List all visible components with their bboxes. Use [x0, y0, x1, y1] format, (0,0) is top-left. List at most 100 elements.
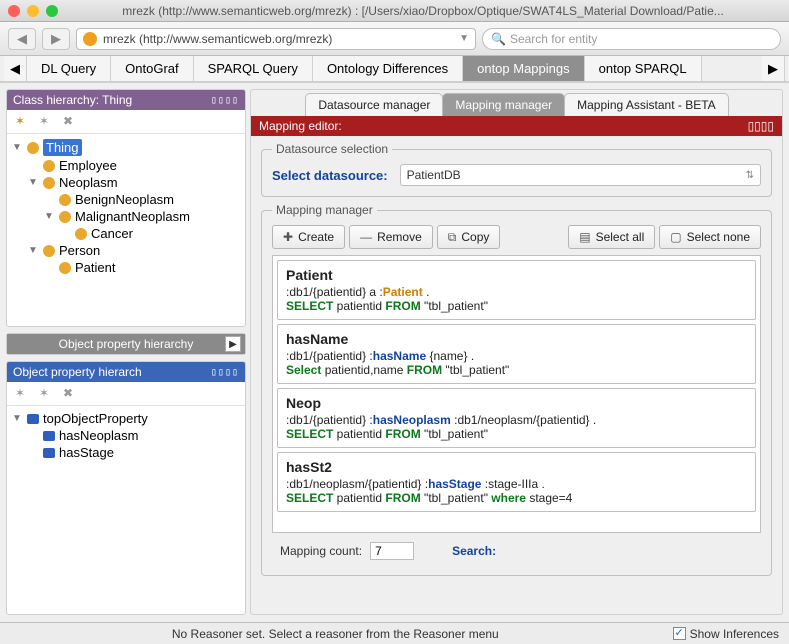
class-toolbar: ✶ ✶ ✖	[7, 110, 245, 134]
entity-search-input[interactable]: 🔍 Search for entity	[482, 28, 781, 50]
mapping-sql: SELECT patientid FROM "tbl_patient"	[286, 427, 747, 441]
expand-icon[interactable]: ▼	[11, 142, 23, 153]
mapping-list[interactable]: Patient :db1/{patientid} a :Patient . SE…	[272, 255, 761, 533]
tree-label: Neoplasm	[59, 175, 118, 190]
delete-class-button[interactable]: ✖	[59, 114, 77, 130]
tree-item[interactable]: ▼ Neoplasm	[11, 174, 241, 191]
window-titlebar: mrezk (http://www.semanticweb.org/mrezk)…	[0, 0, 789, 22]
tree-label: Patient	[75, 260, 115, 275]
tab-ontop-sparql[interactable]: ontop SPARQL	[585, 56, 702, 81]
class-tree[interactable]: ▼ThingEmployee ▼ NeoplasmBenignNeoplasm▼Ma…	[7, 134, 245, 280]
select-none-button[interactable]: ▢Select none	[659, 225, 761, 249]
object-property-tree[interactable]: ▼topObjectPropertyhasNeoplasmhasStage	[7, 406, 245, 465]
mapping-item[interactable]: Neop :db1/{patientid} :hasNeoplasm :db1/…	[277, 388, 756, 448]
delete-prop-button[interactable]: ✖	[59, 386, 77, 402]
tab-ontograf[interactable]: OntoGraf	[111, 56, 193, 81]
show-inferences-label: Show Inferences	[690, 627, 779, 641]
expand-icon[interactable]: ▼	[11, 413, 23, 424]
object-property-header: Object property hierarch ▯▯▯▯	[7, 362, 245, 382]
add-sibling-prop-button[interactable]: ✶	[35, 386, 53, 402]
zoom-icon[interactable]	[46, 5, 58, 17]
tree-item[interactable]: ▼MalignantNeoplasm	[11, 208, 241, 225]
datasource-label: Select datasource:	[272, 168, 388, 183]
subtab-datasource-manager[interactable]: Datasource manager	[305, 93, 443, 116]
class-icon	[59, 194, 71, 206]
class-icon	[27, 142, 39, 154]
select-all-icon: ▤	[579, 230, 590, 244]
mapping-item[interactable]: hasSt2 :db1/neoplasm/{patientid} :hasSta…	[277, 452, 756, 512]
mapping-target: :db1/{patientid} :hasName {name} .	[286, 349, 747, 363]
tab-sparql-query[interactable]: SPARQL Query	[194, 56, 313, 81]
tree-item[interactable]: ▼Person	[11, 242, 241, 259]
search-icon: 🔍	[491, 32, 506, 46]
mapping-count-row: Mapping count: Search:	[272, 537, 761, 565]
mapping-editor-bar: Mapping editor: ▯▯▯▯	[251, 116, 782, 136]
class-hierarchy-panel: Class hierarchy: Thing ▯▯▯▯ ✶ ✶ ✖ ▼Thing…	[6, 89, 246, 327]
mapping-target: :db1/neoplasm/{patientid} :hasStage :sta…	[286, 477, 747, 491]
ontology-iri-field[interactable]: mrezk (http://www.semanticweb.org/mrezk)…	[76, 28, 476, 50]
expand-icon[interactable]: ▼	[43, 211, 55, 222]
create-button[interactable]: ✚Create	[272, 225, 345, 249]
tree-item[interactable]: ▼topObjectProperty	[11, 410, 241, 427]
mapping-subtabs: Datasource manager Mapping manager Mappi…	[251, 90, 782, 116]
updown-icon: ⇅	[746, 170, 754, 181]
add-subclass-button[interactable]: ✶	[11, 114, 29, 130]
add-sibling-button[interactable]: ✶	[35, 114, 53, 130]
mapping-sql: SELECT patientid FROM "tbl_patient" wher…	[286, 491, 747, 505]
minimize-icon[interactable]	[27, 5, 39, 17]
forward-button[interactable]: ▶	[42, 28, 70, 50]
subtab-mapping-assistant[interactable]: Mapping Assistant - BETA	[564, 93, 729, 116]
tree-item[interactable]: hasNeoplasm	[11, 427, 241, 444]
plus-icon: ✚	[283, 230, 293, 244]
tab-dl-query[interactable]: DL Query	[27, 56, 111, 81]
mapping-manager-fieldset: Mapping manager ✚Create —Remove ⧉Copy ▤S…	[261, 203, 772, 576]
tree-item[interactable]: BenignNeoplasm	[11, 191, 241, 208]
mapping-name: hasName	[286, 331, 747, 347]
datasource-value: PatientDB	[407, 168, 461, 182]
mapping-count-value[interactable]	[370, 542, 414, 560]
panel-controls-icon[interactable]: ▯▯▯▯	[211, 95, 239, 106]
expand-icon[interactable]: ▼	[27, 177, 39, 188]
copy-button[interactable]: ⧉Copy	[437, 225, 501, 249]
object-property-icon	[27, 414, 39, 424]
class-icon	[43, 160, 55, 172]
object-property-icon	[43, 431, 55, 441]
minus-icon: —	[360, 230, 372, 244]
object-property-tab-label: Object property hierarchy	[59, 337, 194, 351]
tree-item[interactable]: Patient	[11, 259, 241, 276]
class-icon	[75, 228, 87, 240]
copy-icon: ⧉	[448, 230, 457, 245]
object-property-tabbar-header[interactable]: Object property hierarchy ▶	[7, 334, 245, 354]
nav-toolbar: ◀ ▶ mrezk (http://www.semanticweb.org/mr…	[0, 22, 789, 56]
remove-button[interactable]: —Remove	[349, 225, 433, 249]
mapping-target: :db1/{patientid} :hasNeoplasm :db1/neopl…	[286, 413, 747, 427]
search-placeholder: Search for entity	[510, 32, 597, 46]
mapping-name: Neop	[286, 395, 747, 411]
mapping-item[interactable]: hasName :db1/{patientid} :hasName {name}…	[277, 324, 756, 384]
tree-item[interactable]: hasStage	[11, 444, 241, 461]
view-tabs: ◀ DL Query OntoGraf SPARQL Query Ontolog…	[0, 56, 789, 83]
back-button[interactable]: ◀	[8, 28, 36, 50]
close-icon[interactable]	[8, 5, 20, 17]
tabs-scroll-right[interactable]: ▶	[762, 56, 785, 81]
window-title: mrezk (http://www.semanticweb.org/mrezk)…	[65, 4, 781, 18]
tab-ontop-mappings[interactable]: ontop Mappings	[463, 56, 585, 81]
tabs-scroll-left[interactable]: ◀	[4, 56, 27, 81]
subtab-mapping-manager[interactable]: Mapping manager	[442, 93, 565, 116]
show-inferences-checkbox[interactable]: ✓ Show Inferences	[673, 627, 779, 641]
tab-ontology-diff[interactable]: Ontology Differences	[313, 56, 463, 81]
chevron-down-icon[interactable]: ▼	[459, 33, 469, 44]
add-subprop-button[interactable]: ✶	[11, 386, 29, 402]
tree-label: hasStage	[59, 445, 114, 460]
play-icon[interactable]: ▶	[225, 336, 241, 352]
expand-icon[interactable]: ▼	[27, 245, 39, 256]
tree-item[interactable]: Employee	[11, 157, 241, 174]
tree-label: Cancer	[91, 226, 133, 241]
panel-controls-icon[interactable]: ▯▯▯▯	[211, 367, 239, 378]
datasource-select[interactable]: PatientDB ⇅	[400, 164, 761, 186]
tree-item[interactable]: ▼Thing	[11, 138, 241, 157]
select-all-button[interactable]: ▤Select all	[568, 225, 655, 249]
panel-controls-icon[interactable]: ▯▯▯▯	[748, 119, 774, 133]
mapping-item[interactable]: Patient :db1/{patientid} a :Patient . SE…	[277, 260, 756, 320]
tree-item[interactable]: Cancer	[11, 225, 241, 242]
